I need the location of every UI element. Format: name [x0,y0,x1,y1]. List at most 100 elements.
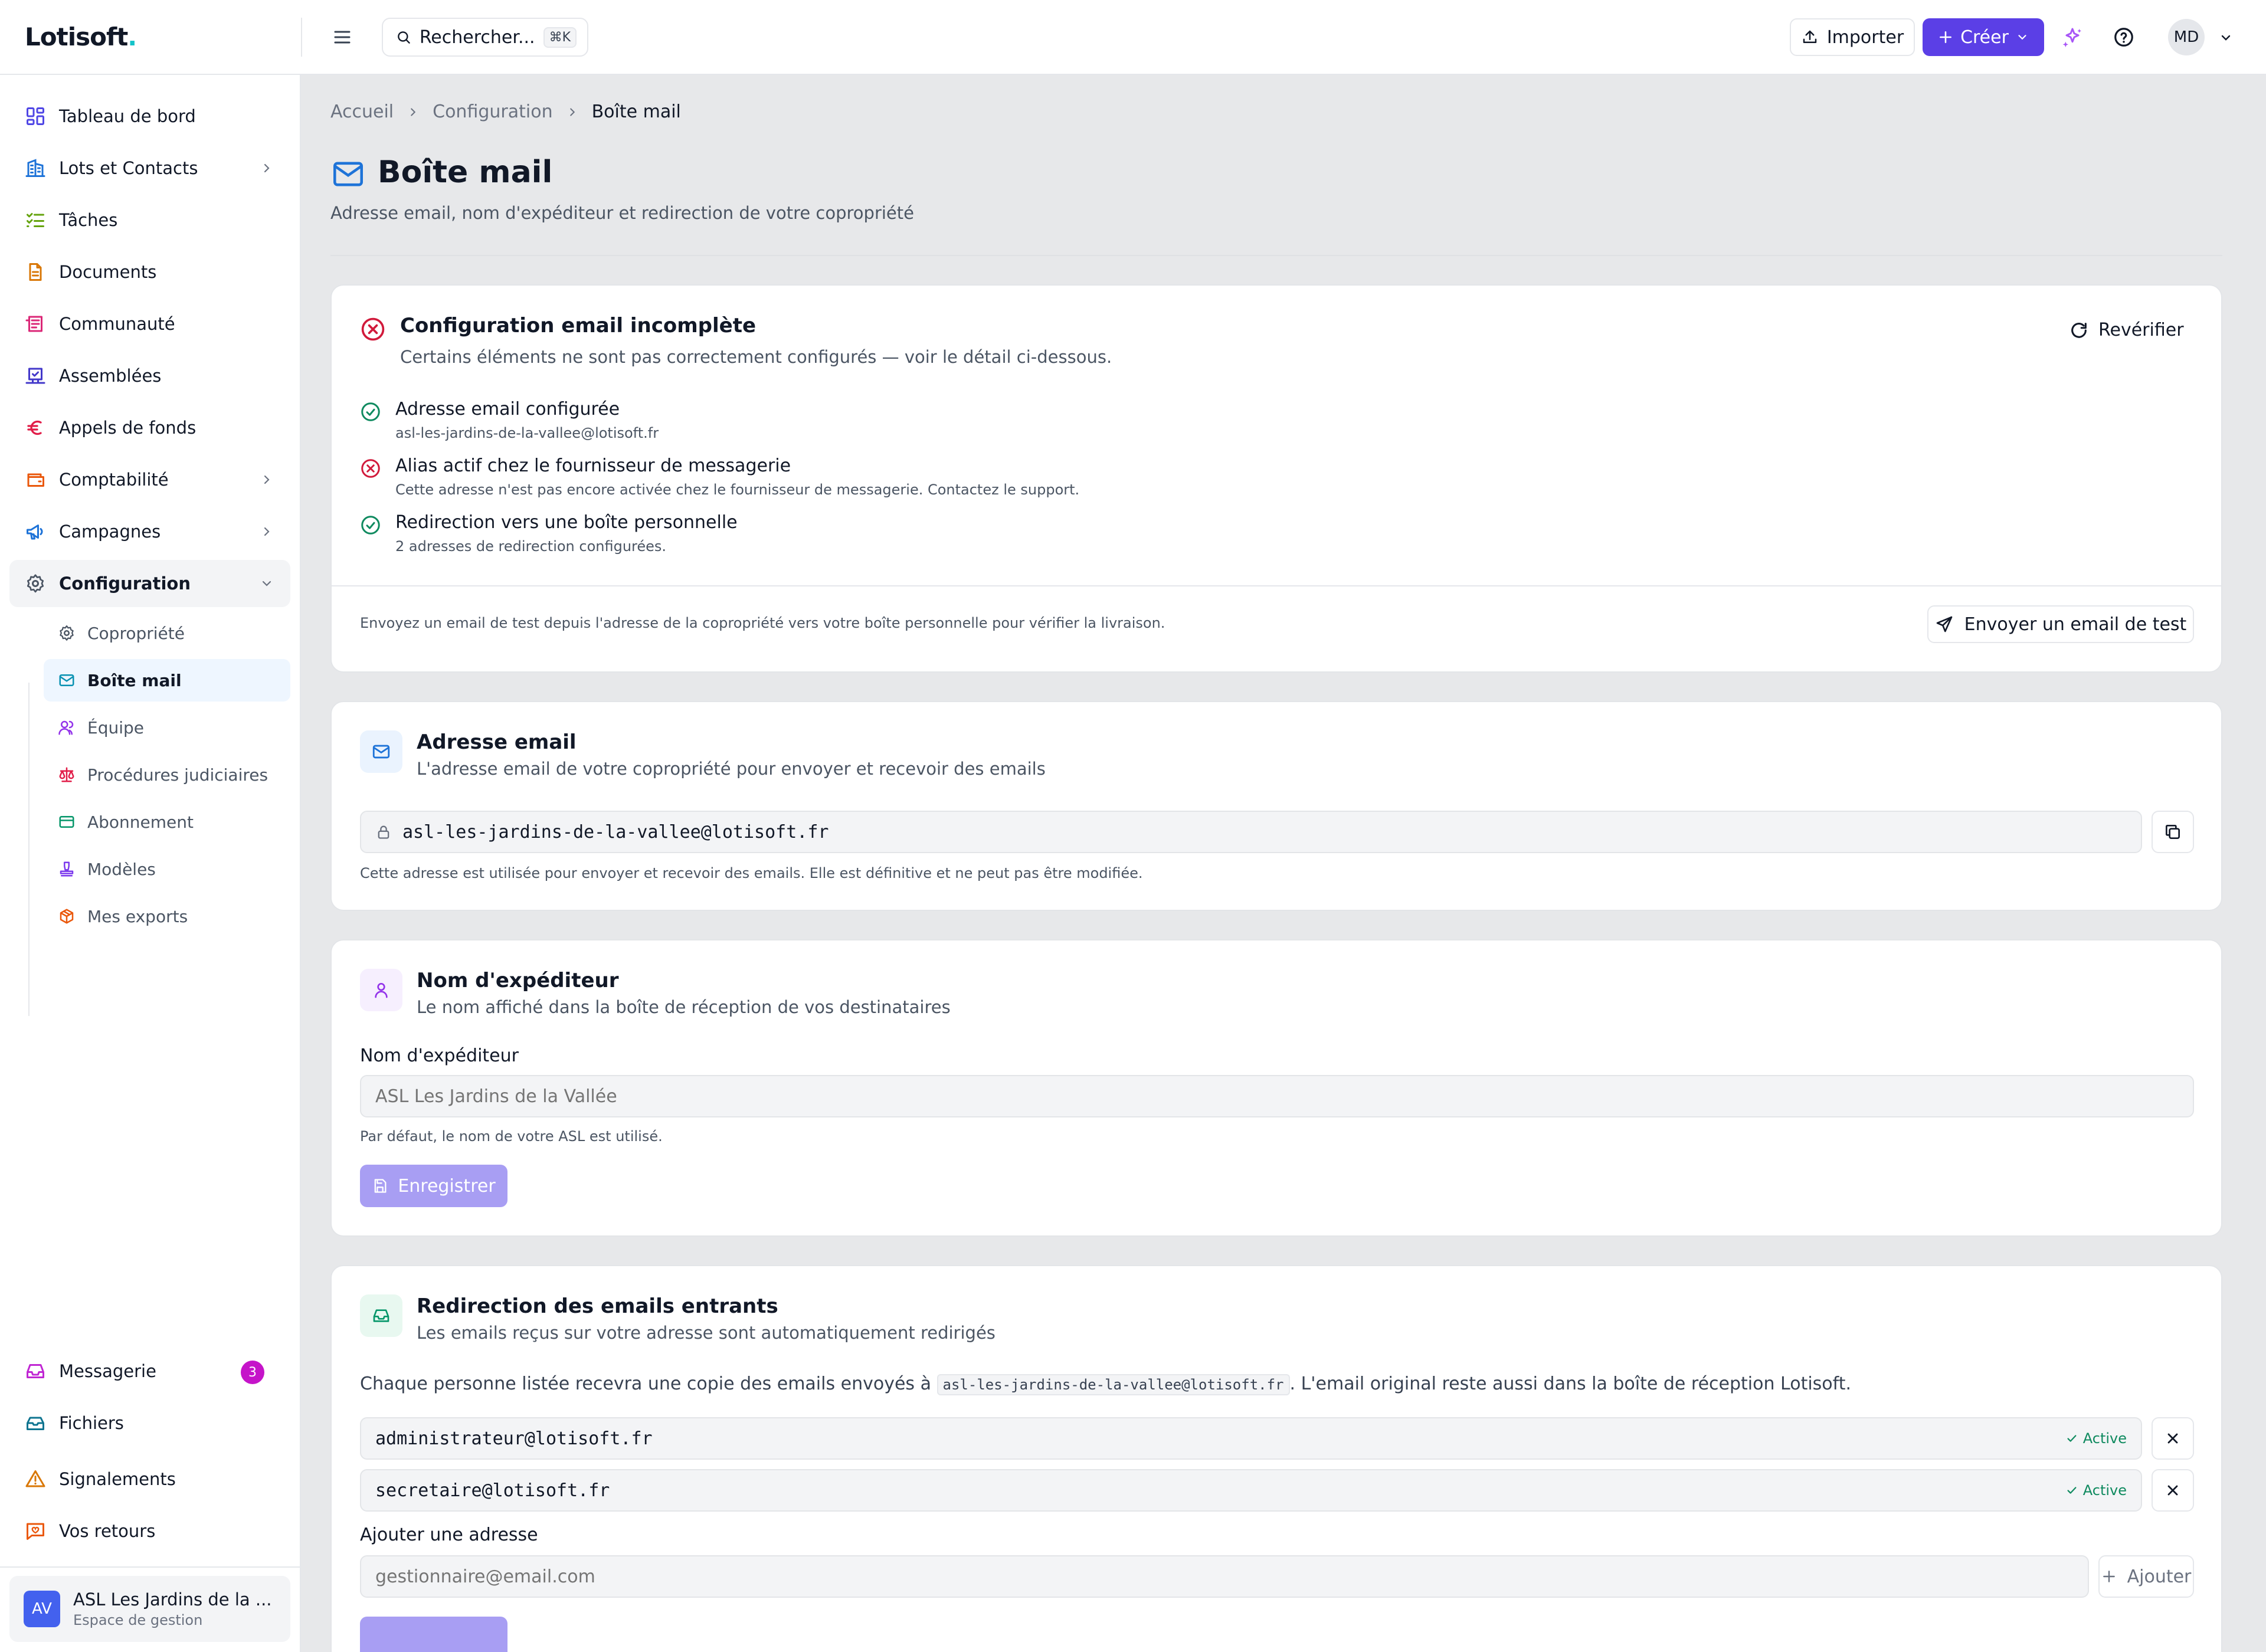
add-address-input[interactable] [360,1555,2089,1598]
sidebar-subitem-templates[interactable]: Modèles [44,848,290,890]
error-circle-icon [361,317,385,341]
sidebar-item-dashboard[interactable]: Tableau de bord [9,93,290,140]
user-avatar[interactable]: MD [2168,19,2205,55]
sidebar-subitem-team[interactable]: Équipe [44,706,290,749]
sparkles-icon [2062,28,2081,47]
sidebar-item-assemblies[interactable]: Assemblées [9,352,290,399]
sender-name-help: Par défaut, le nom de votre ASL est util… [360,1128,663,1145]
package-icon [60,909,74,924]
sidebar-subitem-label: Équipe [87,717,144,738]
help-button[interactable] [2113,26,2135,48]
gear-small-icon [60,625,74,641]
sidebar-item-label: Appels de fonds [59,418,197,438]
sender-name-input[interactable] [360,1075,2194,1117]
sidebar-item-lots-contacts[interactable]: Lots et Contacts [9,145,290,192]
sidebar-item-messaging[interactable]: Messagerie 3 [9,1348,290,1395]
copy-address-button[interactable] [2152,811,2194,853]
remove-address-button[interactable] [2152,1417,2194,1460]
search-shortcut: ⌘K [543,27,577,48]
sidebar-item-feedback[interactable]: Vos retours [9,1507,290,1555]
sidebar-item-label: Campagnes [59,522,161,542]
save-label: Enregistrer [398,1175,496,1197]
send-test-email-button[interactable]: Envoyer un email de test [1927,605,2194,643]
sidebar-subitem-exports[interactable]: Mes exports [44,895,290,938]
redirect-address-value: secretaire@lotisoft.fr [375,1480,610,1501]
page-subtitle: Adresse email, nom d'expéditeur et redir… [330,203,914,223]
redirect-address-row: secretaire@lotisoft.fr Active [360,1469,2142,1512]
recheck-button[interactable]: Revérifier [2069,320,2184,340]
tasks-icon [27,213,44,227]
email-status-card: Configuration email incomplète Certains … [330,284,2222,673]
sender-card-subtitle: Le nom affiché dans la boîte de réceptio… [417,997,951,1017]
users-icon [58,720,74,735]
megaphone-icon [27,525,43,540]
check-icon [2067,1435,2077,1442]
sidebar-subitem-label: Mes exports [87,906,188,926]
sidebar-item-label: Assemblées [59,366,162,386]
sidebar-item-label: Communauté [59,314,175,334]
plus-icon [2103,1571,2115,1582]
org-switcher[interactable]: AV ASL Les Jardins de la ... Espace de g… [9,1576,290,1642]
breadcrumb-configuration[interactable]: Configuration [433,101,552,122]
wallet-icon [27,473,44,487]
sidebar-subitem-coproperty[interactable]: Copropriété [44,612,290,654]
sidebar-subitem-legal[interactable]: Procédures judiciaires [44,753,290,796]
send-test-label: Envoyer un email de test [1964,614,2187,635]
search-label: Rechercher... [419,27,535,48]
add-address-label: Ajouter une adresse [360,1525,538,1545]
email-address-help: Cette adresse est utilisée pour envoyer … [360,865,1143,881]
mail-icon [59,674,74,686]
sidebar-subitem-label: Boîte mail [87,670,182,690]
sidebar-item-label: Comptabilité [59,470,169,490]
newspaper-icon [25,316,42,332]
status-subtitle: Certains éléments ne sont pas correcteme… [400,347,1112,367]
unread-badge: 3 [241,1361,264,1384]
sidebar-item-label: Signalements [59,1469,176,1489]
user-icon [375,983,388,998]
app-logo[interactable]: Lotisoft. [25,22,137,51]
email-card-title: Adresse email [417,730,577,754]
close-icon [2167,1485,2178,1496]
save-redirect-button[interactable] [360,1617,507,1652]
sidebar-item-documents[interactable]: Documents [9,248,290,296]
sidebar-item-community[interactable]: Communauté [9,300,290,348]
sidebar-item-funds[interactable]: Appels de fonds [9,404,290,451]
user-initials: MD [2173,28,2199,46]
sidebar-item-label: Tableau de bord [59,106,196,126]
sidebar-item-campaigns[interactable]: Campagnes [9,508,290,555]
close-icon [2167,1433,2178,1444]
user-menu-toggle[interactable] [2219,31,2233,45]
check-detail: Cette adresse n'est pas encore activée c… [395,481,1080,498]
redirect-card-subtitle: Les emails reçus sur votre adresse sont … [417,1323,996,1343]
lock-icon [378,825,389,839]
ai-assistant-button[interactable] [2061,26,2084,50]
sidebar-item-accounting[interactable]: Comptabilité [9,456,290,503]
check-icon [2067,1487,2077,1494]
import-button[interactable]: Importer [1790,18,1915,56]
active-status-label: Active [2082,1482,2127,1499]
search-button[interactable]: Rechercher... ⌘K [382,18,588,57]
remove-address-button[interactable] [2152,1469,2194,1512]
chevron-down-icon [2018,35,2026,40]
menu-toggle-button[interactable] [328,25,356,50]
sidebar-subitem-mailbox[interactable]: Boîte mail [44,659,290,702]
header-divider [301,18,302,57]
sidebar-subitem-subscription[interactable]: Abonnement [44,801,290,843]
save-sender-button[interactable]: Enregistrer [360,1165,507,1207]
sidebar-item-reports[interactable]: Signalements [9,1456,290,1503]
hamburger-icon [334,31,351,44]
credit-card-icon [59,816,74,828]
sidebar-item-configuration[interactable]: Configuration [9,560,290,607]
check-detail: asl-les-jardins-de-la-vallee@lotisoft.fr [395,425,659,441]
sidebar-item-files[interactable]: Fichiers [9,1399,290,1447]
import-label: Importer [1826,27,1904,48]
check-title: Adresse email configurée [395,399,620,419]
chevron-right-icon [264,163,270,173]
sidebar-item-tasks[interactable]: Tâches [9,196,290,244]
add-address-button[interactable]: Ajouter [2098,1555,2194,1598]
active-status-badge: Active [2065,1482,2127,1499]
breadcrumb-home[interactable]: Accueil [330,101,394,122]
recheck-label: Revérifier [2098,320,2184,340]
create-button[interactable]: Créer [1923,18,2044,56]
copy-icon [2166,825,2180,839]
